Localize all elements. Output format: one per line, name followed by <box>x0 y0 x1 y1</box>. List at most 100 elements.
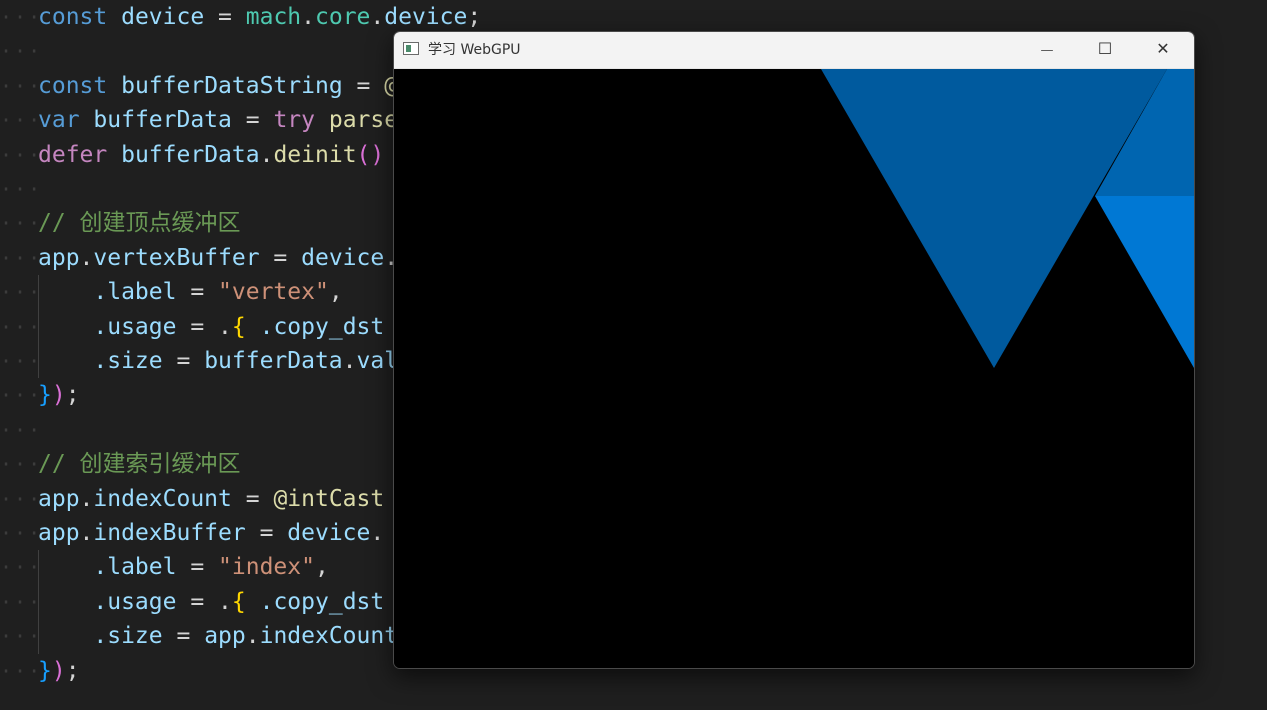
code-token: { <box>231 313 246 340</box>
indent-whitespace: ··· <box>0 624 43 649</box>
code-token: indexCount <box>93 485 232 512</box>
code-token: . <box>218 313 232 340</box>
indent-whitespace: ··· <box>0 245 43 270</box>
code-token: app <box>38 520 80 546</box>
code-line[interactable]: }); <box>38 654 80 688</box>
indent-whitespace: ··· <box>0 314 43 339</box>
code-token: // 创建索引缓冲区 <box>38 451 241 478</box>
code-token: device <box>301 244 385 271</box>
app-window-icon <box>403 42 419 55</box>
code-token: // 创建顶点缓冲区 <box>38 210 241 237</box>
webgpu-app-window[interactable]: 学习 WebGPU — ☐ ✕ <box>393 31 1195 669</box>
code-line[interactable]: .usage = .{ .copy_dst <box>38 310 384 344</box>
code-token: . <box>79 520 94 546</box>
code-token: . <box>245 623 260 650</box>
indent-whitespace: ··· <box>0 142 43 167</box>
code-line[interactable]: app.vertexBuffer = device. <box>38 241 398 275</box>
code-token: = <box>176 554 219 581</box>
code-token: .size <box>93 348 163 374</box>
code-token: . <box>259 141 274 168</box>
code-token: () <box>356 141 385 168</box>
close-button[interactable]: ✕ <box>1134 32 1192 68</box>
code-token: "index" <box>218 554 315 581</box>
code-token: .label <box>93 279 177 306</box>
code-token: bufferData <box>121 141 260 168</box>
code-line[interactable]: .usage = .{ .copy_dst <box>38 585 384 619</box>
indent-whitespace: ··· <box>0 417 43 442</box>
minimize-button[interactable]: — <box>1018 32 1076 68</box>
code-token: device <box>287 520 371 546</box>
code-token: ; <box>65 382 80 409</box>
indent-whitespace: ··· <box>0 486 43 511</box>
code-token: indexBuffer <box>93 520 246 546</box>
minimize-icon: — <box>1040 43 1054 58</box>
code-token: , <box>328 279 343 306</box>
code-line[interactable]: var bufferData = try parse <box>38 103 398 137</box>
code-token: = <box>259 244 302 271</box>
close-icon: ✕ <box>1156 39 1170 58</box>
code-token: , <box>314 554 329 581</box>
code-token: .usage <box>93 313 177 340</box>
window-title: 学习 WebGPU <box>428 42 521 58</box>
maximize-button[interactable]: ☐ <box>1076 32 1134 68</box>
code-line[interactable]: .label = "index", <box>38 550 329 584</box>
indent-whitespace: ··· <box>0 108 43 133</box>
code-token: app <box>38 244 80 271</box>
code-line[interactable]: app.indexCount = @intCast <box>38 482 384 516</box>
code-line[interactable]: .size = app.indexCount <box>38 619 398 653</box>
indent-whitespace: ··· <box>0 383 43 408</box>
code-token: app <box>204 623 246 650</box>
code-line[interactable]: }); <box>38 378 80 412</box>
code-token: = <box>204 4 246 30</box>
code-token: device <box>384 4 468 30</box>
code-token: . <box>301 4 315 30</box>
code-token: .size <box>93 623 163 650</box>
code-token: val <box>356 348 399 374</box>
code-token: } <box>38 657 52 684</box>
code-line[interactable]: .size = bufferData.val <box>38 344 398 378</box>
indent-guide <box>38 550 39 654</box>
code-token: app <box>38 485 80 512</box>
code-token: ) <box>51 382 66 409</box>
indent-whitespace: ··· <box>0 349 43 373</box>
code-token: .usage <box>93 588 177 615</box>
code-token: defer <box>38 141 108 168</box>
code-line[interactable]: .label = "vertex", <box>38 275 343 309</box>
code-token: = <box>231 485 274 512</box>
indent-whitespace: ··· <box>0 73 43 98</box>
code-token: . <box>218 588 232 615</box>
code-token: .label <box>93 554 177 581</box>
code-line[interactable]: app.indexBuffer = device. <box>38 516 384 550</box>
code-token: = <box>342 72 385 99</box>
indent-whitespace: ··· <box>0 555 43 580</box>
code-token: ; <box>65 657 80 684</box>
code-token: bufferDataString <box>121 72 343 99</box>
code-line[interactable]: defer bufferData.deinit() <box>38 138 384 172</box>
code-token: = <box>245 520 288 546</box>
render-canvas[interactable] <box>394 69 1194 668</box>
code-line[interactable]: const device = mach.core.device; <box>38 0 481 34</box>
code-line[interactable]: // 创建顶点缓冲区 <box>38 206 241 240</box>
code-line[interactable]: // 创建索引缓冲区 <box>38 447 241 481</box>
code-line[interactable]: const bufferDataString = @ <box>38 69 398 103</box>
maximize-icon: ☐ <box>1097 39 1113 58</box>
window-titlebar[interactable]: 学习 WebGPU — ☐ ✕ <box>394 32 1194 69</box>
code-token: @intCast <box>273 485 385 512</box>
code-token: bufferData <box>204 348 343 374</box>
code-token: . <box>79 244 94 271</box>
code-token: . <box>370 4 385 30</box>
code-token: bufferData <box>93 107 232 134</box>
code-token: .copy_dst <box>259 313 385 340</box>
code-token: . <box>342 348 357 374</box>
